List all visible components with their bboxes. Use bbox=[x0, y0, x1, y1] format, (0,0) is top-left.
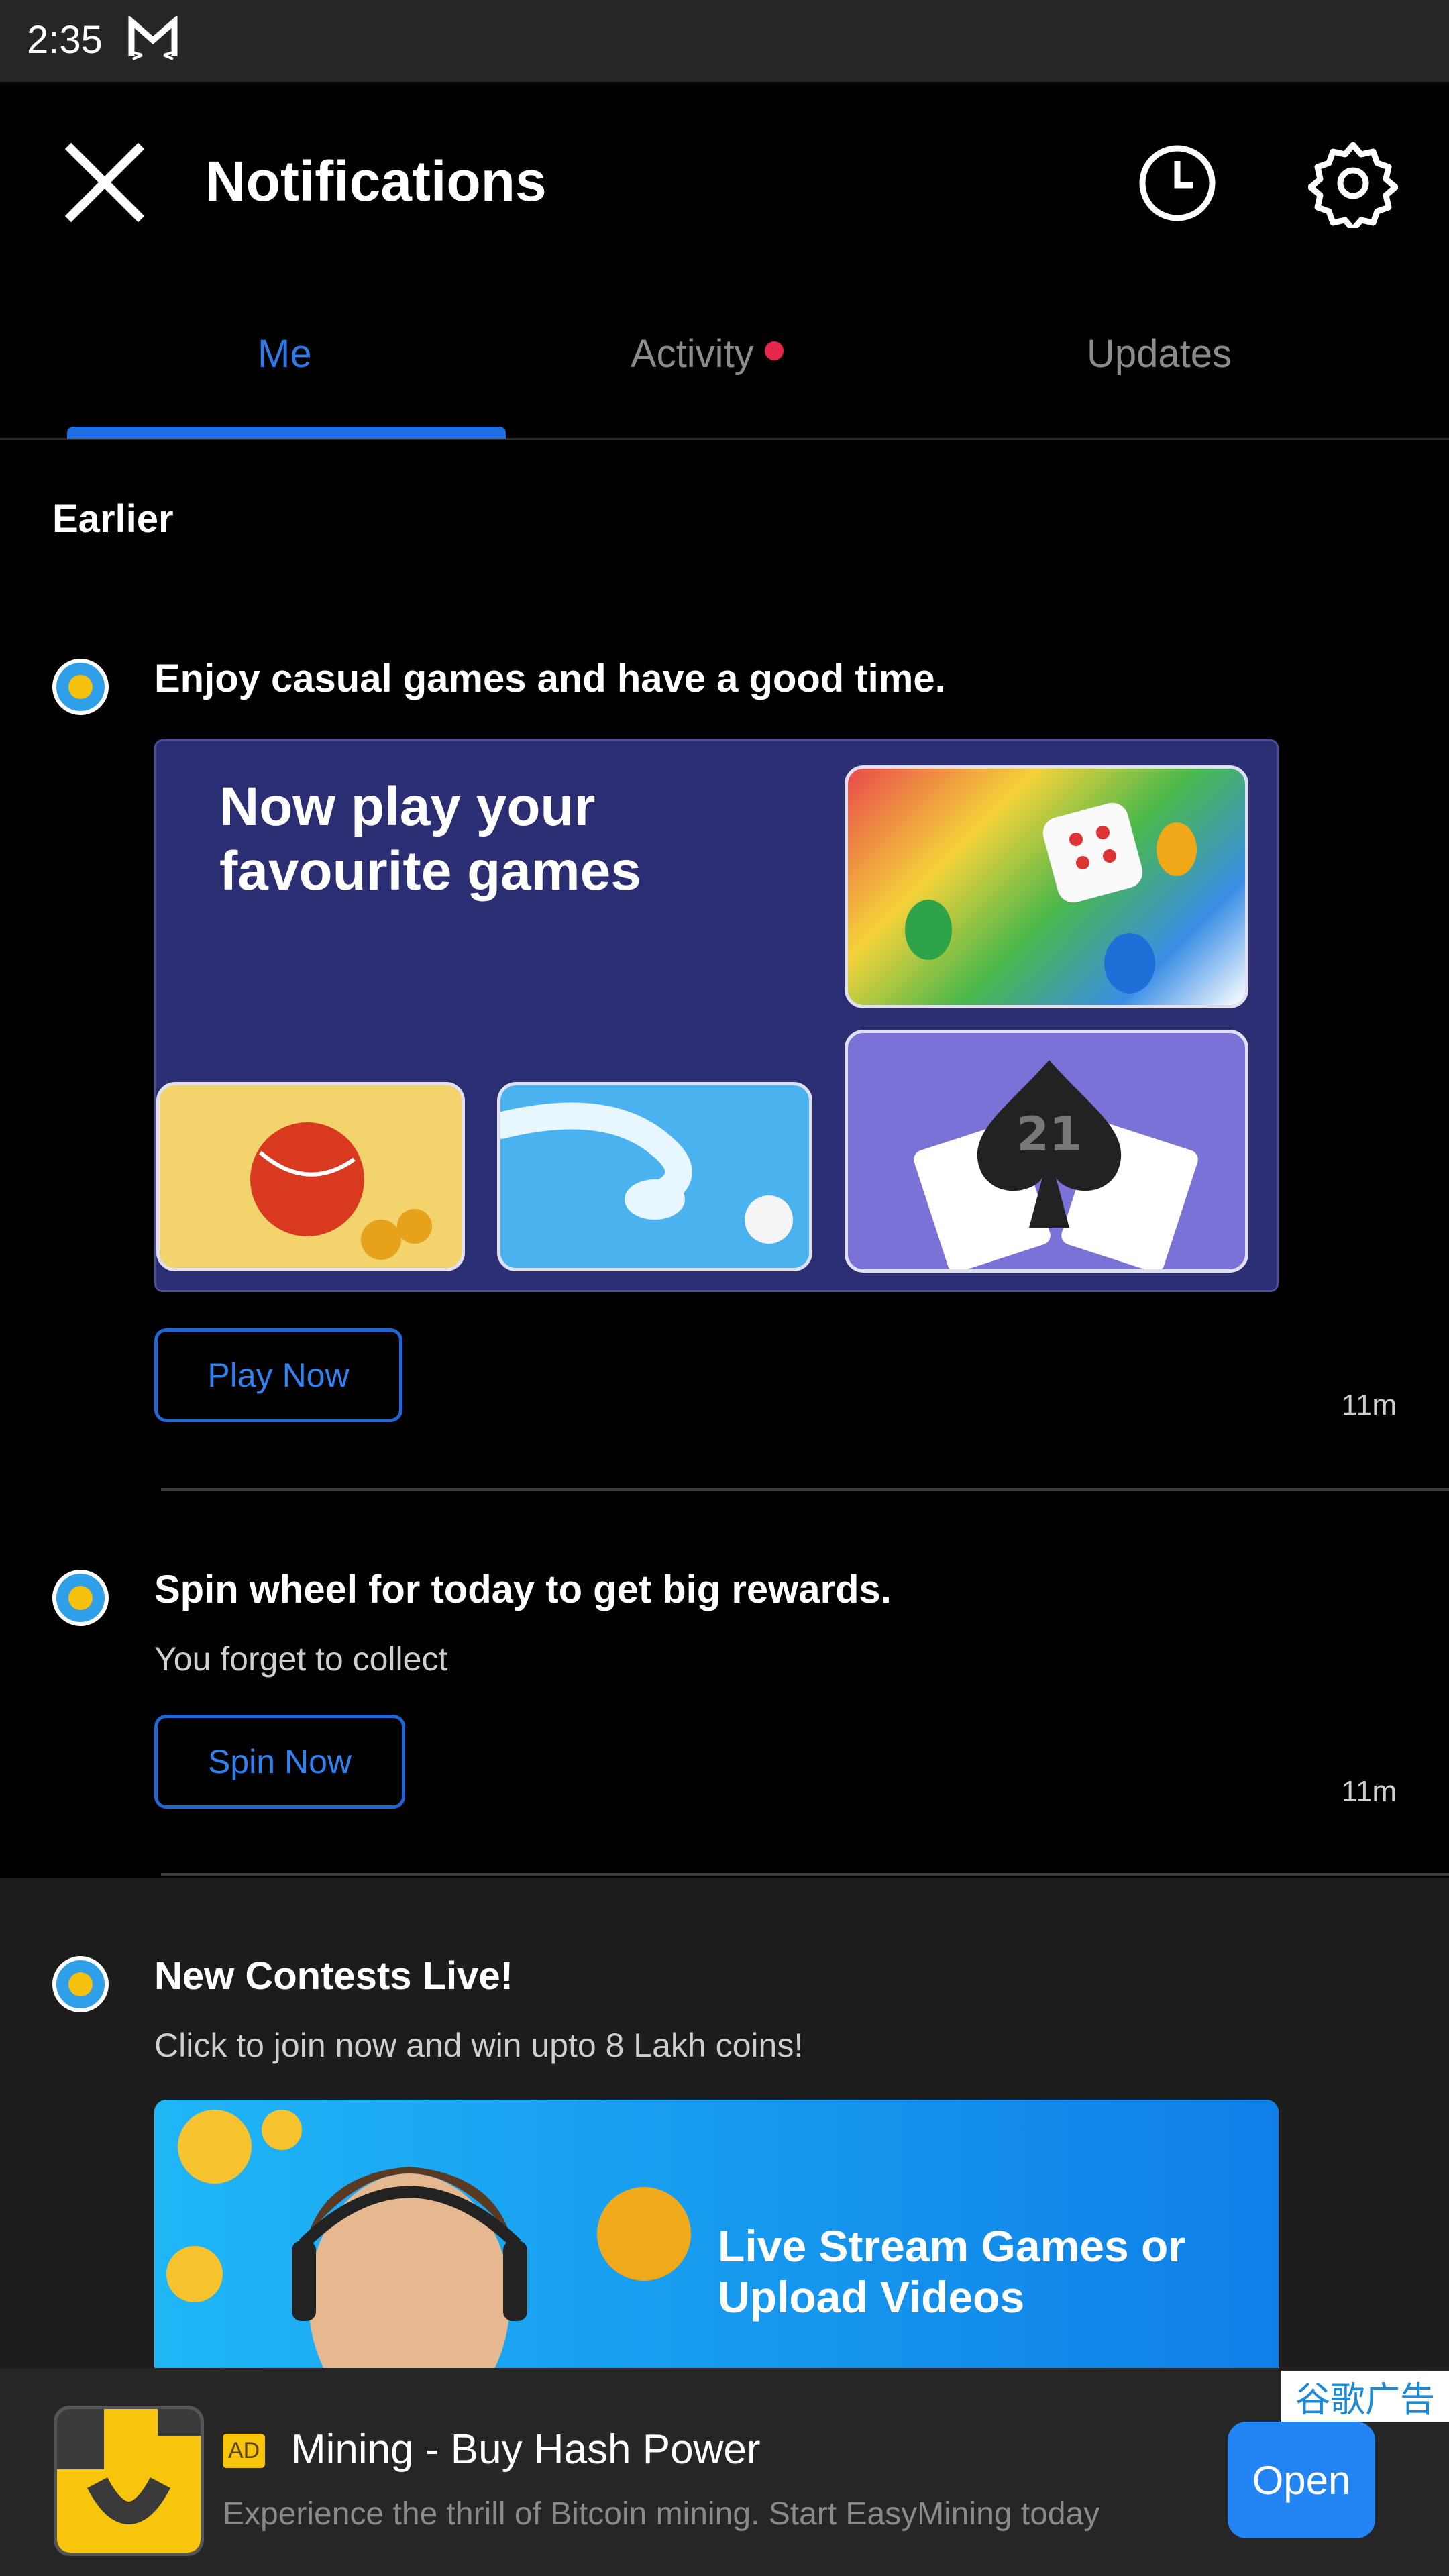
page-title: Notifications bbox=[205, 150, 547, 213]
live-stream-banner[interactable]: Live Stream Games or Upload Videos bbox=[154, 2100, 1279, 2368]
cricket-ball-icon bbox=[160, 1085, 462, 1268]
clock-history-icon[interactable] bbox=[1134, 140, 1221, 227]
ad-provider-tag: 谷歌广告 bbox=[1281, 2371, 1449, 2422]
banner-headline: Live Stream Games or Upload Videos bbox=[718, 2221, 1185, 2322]
app-header: Notifications bbox=[0, 82, 1449, 276]
ad-description: Experience the thrill of Bitcoin mining.… bbox=[223, 2496, 1100, 2532]
tab-activity[interactable]: Activity bbox=[631, 331, 784, 376]
active-tab-indicator bbox=[67, 427, 506, 439]
ad-title: Mining - Buy Hash Power bbox=[291, 2426, 761, 2473]
app-coin-icon bbox=[52, 1570, 109, 1626]
close-icon[interactable] bbox=[64, 142, 145, 223]
divider bbox=[161, 1873, 1449, 1876]
notification-title: New Contests Live! bbox=[154, 1954, 513, 1998]
tab-updates[interactable]: Updates bbox=[1087, 331, 1232, 376]
notification-title: Enjoy casual games and have a good time. bbox=[154, 657, 946, 700]
app-coin-icon bbox=[52, 1956, 109, 2012]
status-bar: 2:35 bbox=[0, 0, 1449, 82]
play-now-button[interactable]: Play Now bbox=[154, 1328, 402, 1422]
mining-app-logo bbox=[54, 2406, 204, 2556]
notification-subtitle: You forget to collect bbox=[154, 1640, 448, 1678]
ad-banner[interactable]: AD Mining - Buy Hash Power Experience th… bbox=[0, 2368, 1449, 2576]
divider bbox=[161, 1488, 1449, 1491]
tab-bar: Me Activity Updates bbox=[0, 276, 1449, 440]
ad-badge: AD bbox=[223, 2434, 266, 2468]
notification-title: Spin wheel for today to get big rewards. bbox=[154, 1568, 892, 1611]
dice-icon bbox=[905, 802, 1197, 994]
banner-headline: Now play your favourite games bbox=[219, 776, 641, 902]
svg-text:21: 21 bbox=[1016, 1107, 1081, 1162]
cricket-game-tile[interactable] bbox=[156, 1082, 465, 1271]
tab-activity-label: Activity bbox=[631, 332, 754, 376]
ludo-game-tile[interactable] bbox=[845, 765, 1248, 1008]
status-time: 2:35 bbox=[27, 18, 103, 62]
notification-subtitle: Click to join now and win upto 8 Lakh co… bbox=[154, 2027, 804, 2064]
notification-time: 11m bbox=[1341, 1389, 1397, 1421]
app-coin-icon bbox=[52, 659, 109, 715]
blackjack-game-tile[interactable]: 21 bbox=[845, 1030, 1248, 1273]
games-banner[interactable]: Now play your favourite games 21 bbox=[154, 739, 1279, 1292]
snake-game-tile[interactable] bbox=[497, 1082, 812, 1271]
tab-me[interactable]: Me bbox=[258, 331, 312, 376]
unread-dot bbox=[764, 341, 784, 360]
gmail-cat-icon bbox=[128, 16, 178, 60]
snake-icon bbox=[500, 1102, 793, 1244]
gear-icon[interactable] bbox=[1308, 138, 1398, 228]
notification-time: 11m bbox=[1341, 1775, 1397, 1808]
spin-now-button[interactable]: Spin Now bbox=[154, 1715, 405, 1809]
spade-cards-icon: 21 bbox=[914, 1060, 1198, 1269]
section-earlier: Earlier bbox=[52, 497, 174, 541]
ad-open-button[interactable]: Open bbox=[1228, 2422, 1375, 2538]
